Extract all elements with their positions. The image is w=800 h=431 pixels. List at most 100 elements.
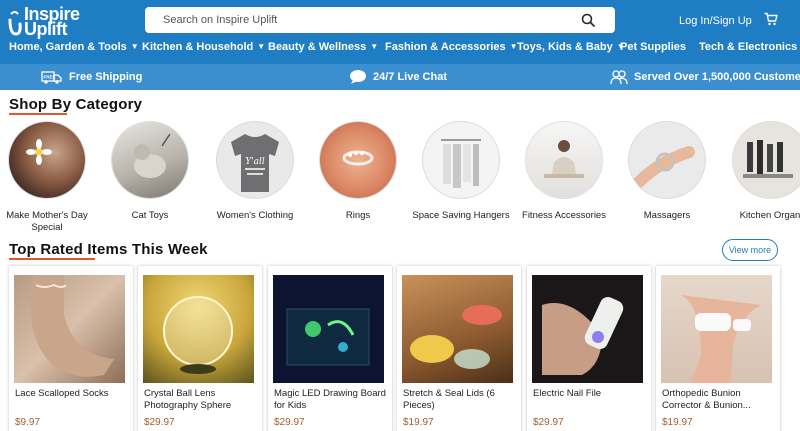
tshirt-icon: Y'all <box>231 134 279 192</box>
category-image: Y'all <box>217 122 293 198</box>
product-card[interactable]: Electric Nail File $29.97 <box>527 266 651 431</box>
nav-item-label: Kitchen & Household <box>142 41 254 53</box>
kitchen-rack-icon <box>743 140 793 178</box>
nav-item-beauty-wellness[interactable]: Beauty & Wellness ▼ <box>268 41 378 53</box>
product-card[interactable]: Lace Scalloped Socks $9.97 <box>9 266 133 431</box>
benefit-label: 24/7 Live Chat <box>373 71 447 83</box>
product-image <box>14 275 125 383</box>
category-image <box>112 122 188 198</box>
product-name: Magic LED Drawing Board for Kids <box>274 388 386 411</box>
section-title-top-rated: Top Rated Items This Week <box>9 241 208 258</box>
nav-item-home-garden-tools[interactable]: Home, Garden & Tools ▼ <box>9 41 139 53</box>
product-card[interactable]: Crystal Ball Lens Photography Sphere $29… <box>138 266 262 431</box>
cat-icon <box>134 133 171 178</box>
finger-massager-icon <box>633 146 695 188</box>
nav-item-label: Beauty & Wellness <box>268 41 367 53</box>
logo-text-line2: Uplift <box>24 19 67 39</box>
nav-item-pet-supplies[interactable]: Pet Supplies <box>620 41 686 53</box>
nav-item-tech-electronics[interactable]: Tech & Electronics <box>699 41 797 53</box>
nav-item-kitchen-household[interactable]: Kitchen & Household ▼ <box>142 41 265 53</box>
nav-item-label: Home, Garden & Tools <box>9 41 127 53</box>
product-price: $29.97 <box>533 417 564 428</box>
svg-text:Y'all: Y'all <box>245 157 265 167</box>
product-price: $9.97 <box>15 417 41 428</box>
socks-icon <box>30 275 115 377</box>
login-link[interactable]: Log In/Sign Up <box>679 15 752 27</box>
product-price: $29.97 <box>144 417 175 428</box>
product-name: Crystal Ball Lens Photography Sphere <box>144 388 232 411</box>
hanger-icon <box>441 139 481 188</box>
logo-mark-icon <box>8 11 22 36</box>
benefits-strip: FREE Free Shipping 24/7 Live Chat Served… <box>0 64 800 90</box>
product-card[interactable]: Magic LED Drawing Board for Kids $29.97 <box>268 266 392 431</box>
site-header: Inspire Uplift Log In/Sign Up Home, Gard… <box>0 0 800 64</box>
seal-lids-icon <box>410 305 502 369</box>
benefit-customers: Served Over 1,500,000 Customers <box>610 64 800 90</box>
search-input[interactable] <box>145 7 575 33</box>
category-label: Massagers <box>643 210 691 221</box>
category-item[interactable]: Fitness Accessories <box>514 122 614 222</box>
nav-item-label: Tech & Electronics <box>699 41 798 53</box>
crystal-ball-icon <box>163 296 233 374</box>
nav-item-fashion-accessories[interactable]: Fashion & Accessories ▼ <box>385 41 518 53</box>
category-image <box>320 122 396 198</box>
category-item[interactable]: Massagers <box>617 122 717 222</box>
category-label: Kitchen Organi <box>739 210 800 221</box>
chevron-down-icon: ▼ <box>257 42 266 51</box>
category-image <box>629 122 705 198</box>
search-icon[interactable] <box>581 13 595 27</box>
section-title-underline <box>9 113 67 115</box>
site-logo[interactable]: Inspire Uplift <box>8 4 88 39</box>
main-nav: Home, Garden & Tools ▼ Kitchen & Househol… <box>0 41 800 59</box>
category-label: Fitness Accessories <box>522 210 606 221</box>
yoga-person-icon <box>544 140 584 178</box>
category-item[interactable]: Y'all Women's Clothing <box>205 122 305 222</box>
nav-item-toys-kids-baby[interactable]: Toys, Kids & Baby ▼ <box>517 41 625 53</box>
category-label: Space Saving Hangers <box>412 210 510 221</box>
nav-item-label: Fashion & Accessories <box>385 41 506 53</box>
product-name: Orthopedic Bunion Corrector & Bunion... <box>662 388 751 411</box>
product-card[interactable]: Stretch & Seal Lids (6 Pieces) $19.97 <box>397 266 521 431</box>
chevron-down-icon: ▼ <box>130 42 139 51</box>
product-image <box>532 275 643 383</box>
product-price: $19.97 <box>662 417 693 428</box>
product-price: $29.97 <box>274 417 305 428</box>
category-image <box>9 122 85 198</box>
product-image <box>273 275 384 383</box>
led-board-icon <box>286 308 370 366</box>
category-label: Cat Toys <box>131 210 169 221</box>
benefit-label: Served Over 1,500,000 Customers <box>634 71 800 83</box>
category-image <box>423 122 499 198</box>
category-image <box>733 122 800 198</box>
section-title-underline <box>9 258 95 260</box>
benefit-label: Free Shipping <box>69 71 143 83</box>
svg-text:FREE: FREE <box>44 75 56 80</box>
product-image <box>661 275 772 383</box>
category-item[interactable]: Rings <box>308 122 408 222</box>
ring-icon <box>342 150 374 166</box>
category-label: Rings <box>345 210 371 221</box>
category-item[interactable]: Kitchen Organi <box>721 122 800 222</box>
category-item[interactable]: Cat Toys <box>100 122 200 222</box>
search-box <box>145 7 615 33</box>
product-price: $19.97 <box>403 417 434 428</box>
product-image <box>143 275 254 383</box>
chat-icon <box>350 70 366 84</box>
truck-icon: FREE <box>41 71 62 84</box>
product-name: Electric Nail File <box>533 388 602 399</box>
product-image <box>402 275 513 383</box>
nail-file-icon <box>542 296 624 375</box>
product-name: Lace Scalloped Socks <box>15 388 109 399</box>
nav-item-label: Toys, Kids & Baby <box>517 41 613 53</box>
customers-icon <box>610 70 628 85</box>
category-item[interactable]: Space Saving Hangers <box>411 122 511 222</box>
view-more-button[interactable]: View more <box>722 239 778 261</box>
category-label: Make Mother's Day Special <box>6 210 88 233</box>
benefit-live-chat: 24/7 Live Chat <box>349 64 447 90</box>
chevron-down-icon: ▼ <box>370 42 379 51</box>
category-label: Women's Clothing <box>216 210 294 221</box>
cart-icon[interactable] <box>764 12 778 26</box>
section-title-shop-by-category: Shop By Category <box>9 96 143 113</box>
product-card[interactable]: Orthopedic Bunion Corrector & Bunion... … <box>656 266 780 431</box>
category-item[interactable]: Make Mother's Day Special <box>0 122 97 234</box>
